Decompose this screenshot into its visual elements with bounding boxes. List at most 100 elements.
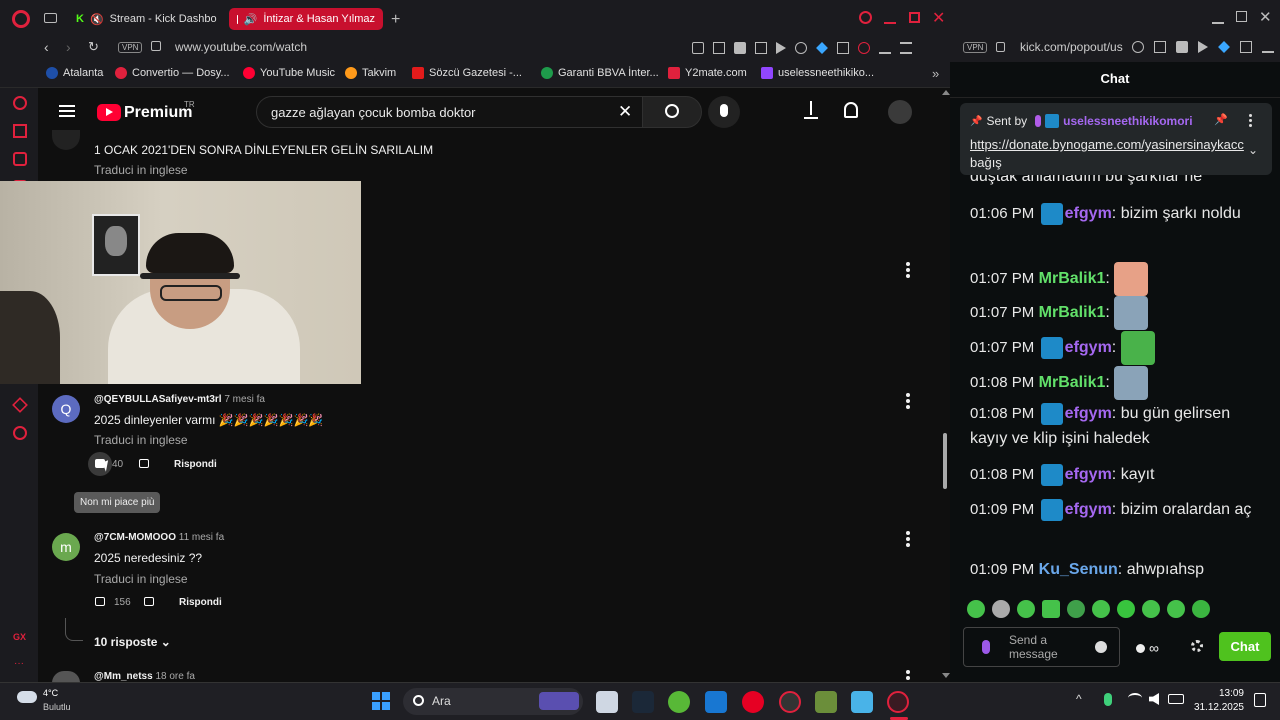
outlook-icon[interactable] (705, 691, 727, 713)
emote-icon[interactable] (992, 600, 1010, 618)
maximize-button[interactable] (909, 12, 920, 23)
menu-icon[interactable] (900, 42, 912, 54)
comment-author[interactable]: @QEYBULLASafiyev-mt3rl 7 mesi fa (94, 394, 265, 405)
vpn-badge[interactable]: VPN (118, 42, 143, 53)
emote-icon[interactable] (1167, 600, 1185, 618)
extensions-icon[interactable] (1240, 41, 1252, 53)
heart-icon[interactable] (795, 42, 807, 54)
play-icon[interactable] (1198, 41, 1208, 53)
bookmark-uselessneet[interactable]: uselessneethikiko... (761, 67, 874, 79)
message-username[interactable]: efgym (1065, 405, 1112, 422)
message-username[interactable]: MrBalik1 (1039, 304, 1106, 321)
emote-icon[interactable] (1067, 600, 1085, 618)
scroll-down-arrow[interactable] (942, 673, 950, 678)
battery-icon[interactable] (1168, 694, 1184, 704)
diamond-icon[interactable] (816, 42, 828, 54)
pinned-link[interactable]: https://donate.bynogame.com/yasinersinay… (970, 137, 1244, 152)
download-icon[interactable] (879, 42, 891, 54)
emote-icon[interactable] (1117, 600, 1135, 618)
clock-time[interactable]: 13:09 (1214, 688, 1244, 699)
settings-gear-icon[interactable] (13, 426, 27, 440)
reload-icon[interactable]: ↻ (88, 39, 99, 55)
profile-icon[interactable] (858, 42, 870, 54)
emoji-icon[interactable] (1095, 641, 1107, 653)
comment-menu-icon[interactable] (906, 393, 910, 411)
tab-island-icon[interactable] (44, 13, 57, 23)
pinterest-icon[interactable] (742, 691, 764, 713)
message-username[interactable]: MrBalik1 (1039, 374, 1106, 391)
voice-search-button[interactable] (708, 96, 740, 128)
dislike-button[interactable] (139, 459, 149, 468)
commenter-avatar[interactable] (52, 671, 80, 682)
weather-desc[interactable]: Bulutlu (43, 702, 71, 712)
back-icon[interactable]: ‹ (44, 39, 49, 55)
translate-link[interactable]: Traduci in inglese (94, 163, 188, 177)
more-icon[interactable]: ··· (14, 658, 24, 669)
duolingo-icon[interactable] (668, 691, 690, 713)
extensions-icon[interactable] (837, 42, 849, 54)
clock-date[interactable]: 31.12.2025 (1189, 702, 1244, 713)
notification-icon[interactable] (1254, 693, 1266, 707)
translate-icon[interactable] (755, 42, 767, 54)
pinned-username[interactable]: uselessneethikikomori (1063, 114, 1192, 128)
message-username[interactable]: efgym (1065, 339, 1112, 356)
weather-temp[interactable]: 4°C (43, 688, 58, 698)
microphone-icon[interactable] (1104, 693, 1112, 706)
reply-button[interactable]: Rispondi (174, 459, 217, 470)
close-button[interactable]: ✕ (932, 8, 945, 28)
bookmark-sozcu[interactable]: Sözcü Gazetesi -... (412, 67, 522, 79)
avatar[interactable] (888, 100, 912, 124)
gx-control-icon[interactable] (13, 124, 27, 138)
bookmark-garanti[interactable]: Garanti BBVA İnter... (541, 67, 659, 79)
start-windows-icon[interactable] (372, 692, 390, 710)
diamond-icon[interactable] (1218, 41, 1230, 53)
emote-icon[interactable] (967, 600, 985, 618)
search-button[interactable] (642, 96, 702, 128)
emote-icon[interactable] (1092, 600, 1110, 618)
bookmark-atalanta[interactable]: Atalanta (46, 67, 103, 79)
steam-icon[interactable] (632, 691, 654, 713)
maximize-button[interactable] (1236, 11, 1247, 22)
play-icon[interactable] (776, 42, 786, 54)
clear-search-icon[interactable]: ✕ (618, 102, 632, 122)
chevron-down-icon[interactable]: ⌄ (1248, 143, 1258, 157)
message-username[interactable]: efgym (1065, 466, 1112, 483)
extensions-sidebar-icon[interactable] (12, 397, 28, 413)
like-button[interactable] (95, 597, 105, 606)
commenter-avatar[interactable] (52, 130, 80, 150)
chat-settings-gear-icon[interactable] (1191, 640, 1203, 652)
translate-link[interactable]: Traduci in inglese (94, 433, 188, 447)
pinned-menu-icon[interactable] (1249, 114, 1252, 127)
microphone-icon[interactable] (982, 640, 990, 654)
zoom-icon[interactable] (1132, 41, 1144, 53)
download-icon[interactable] (1262, 41, 1274, 53)
message-username[interactable]: MrBalik1 (1039, 270, 1106, 287)
dislike-button[interactable] (144, 597, 154, 606)
scrollbar-thumb[interactable] (943, 433, 947, 489)
tab-youtube-active[interactable]: 🔊 İntizar & Hasan Yılmaz (229, 8, 383, 30)
scroll-up-arrow[interactable] (942, 90, 950, 95)
opera-icon[interactable] (887, 691, 909, 713)
gx-icon[interactable]: GX (13, 632, 26, 642)
more-bookmarks-icon[interactable]: » (932, 66, 939, 81)
aria-icon[interactable] (13, 96, 27, 110)
url-field[interactable]: kick.com/popout/us (1020, 40, 1123, 54)
bookmark-y2mate[interactable]: Y2mate.com (668, 67, 747, 79)
premium-logo-text[interactable]: Premium (124, 104, 192, 122)
notifications-bell-icon[interactable] (844, 102, 858, 118)
replies-toggle[interactable]: 10 risposte ⌄ (94, 635, 171, 649)
task-view-icon[interactable] (596, 691, 618, 713)
upload-icon[interactable] (804, 101, 818, 119)
gx-corner-icon[interactable] (13, 152, 27, 166)
translate-link[interactable]: Traduci in inglese (94, 572, 188, 586)
comment-menu-icon[interactable] (906, 531, 910, 549)
vpn-badge[interactable]: VPN (963, 42, 988, 53)
bookmark-takvim[interactable]: Takvim (345, 67, 396, 79)
search-icon[interactable] (859, 11, 872, 24)
forward-icon[interactable]: › (66, 39, 71, 55)
points-button[interactable]: ∞ (1136, 640, 1159, 656)
shield-icon[interactable] (734, 42, 746, 54)
comment-menu-icon[interactable] (906, 670, 910, 682)
opera-logo-icon[interactable] (12, 10, 30, 28)
comment-author[interactable]: @7CM-MOMOOO 11 mesi fa (94, 532, 224, 543)
